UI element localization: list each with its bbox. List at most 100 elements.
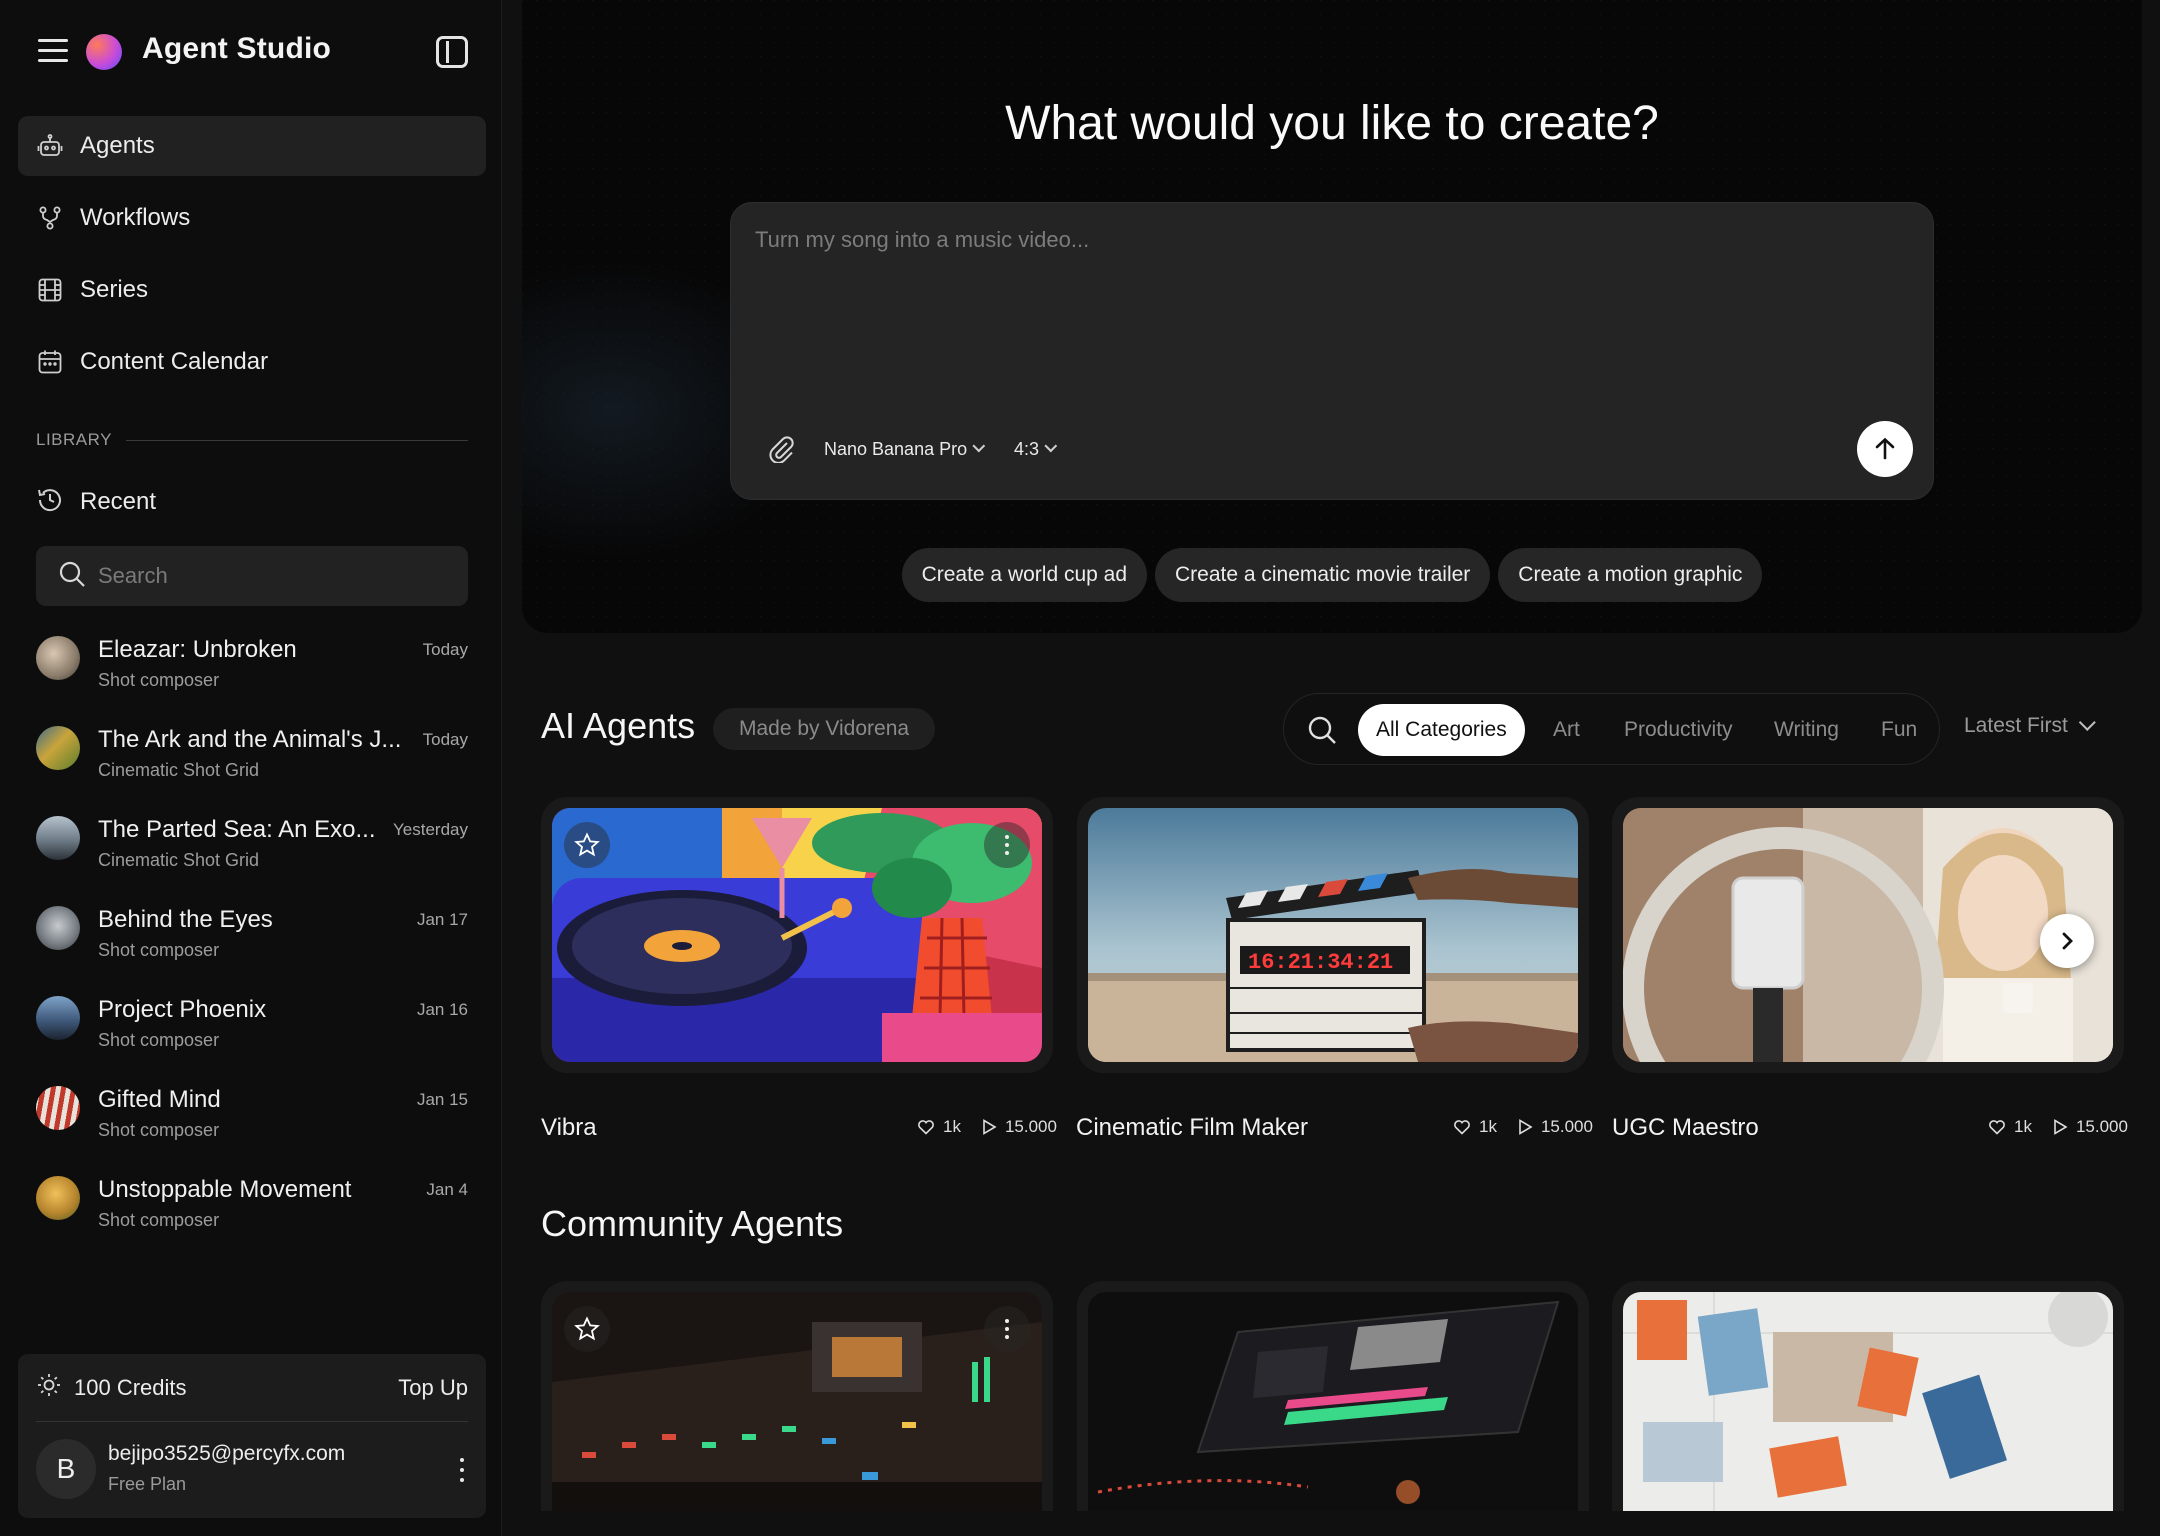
prompt-input[interactable]	[755, 227, 1895, 367]
recent-item[interactable]: Gifted Mind Shot composer Jan 15	[36, 1080, 468, 1170]
arrow-up-icon	[1875, 437, 1895, 460]
recent-date: Jan 16	[416, 1000, 468, 1019]
recent-subtitle: Cinematic Shot Grid	[98, 760, 260, 780]
recent-item[interactable]: The Parted Sea: An Exo... Cinematic Shot…	[36, 810, 468, 900]
user-email: bejipo3525@percyfx.com	[108, 1442, 346, 1465]
sidebar-toggle-icon[interactable]	[436, 36, 468, 68]
agent-name: Vibra	[541, 1114, 597, 1141]
suggestion-chip[interactable]: Create a motion graphic	[1498, 548, 1763, 602]
more-vertical-icon[interactable]	[984, 822, 1030, 868]
filter-art[interactable]: Art	[1553, 704, 1580, 756]
recent-title: Behind the Eyes	[98, 906, 273, 933]
plays-value: 15.000	[2075, 1117, 2128, 1136]
carousel-next-button[interactable]	[2040, 914, 2094, 968]
recent-date: Today	[422, 730, 468, 749]
agent-thumbnail: 16:21:34:21	[1088, 808, 1578, 1062]
recent-subtitle: Cinematic Shot Grid	[98, 850, 260, 870]
recent-item[interactable]: Unstoppable Movement Shot composer Jan 4	[36, 1170, 468, 1260]
likes-value: 1k	[943, 1117, 961, 1136]
agent-stats: 1k 15.000	[1433, 1117, 1593, 1137]
recent-thumbnail	[36, 906, 80, 950]
robot-icon	[36, 132, 64, 160]
library-divider	[125, 439, 468, 441]
likes-count: 1k	[1988, 1117, 2032, 1137]
recent-subtitle: Shot composer	[98, 1210, 220, 1230]
play-icon	[2054, 1119, 2068, 1135]
film-icon	[36, 276, 64, 304]
sort-dropdown[interactable]: Latest First	[1964, 713, 2096, 738]
recent-date: Jan 15	[416, 1090, 468, 1109]
filter-all-categories[interactable]: All Categories	[1358, 704, 1525, 756]
nav-item-content-calendar[interactable]: Content Calendar	[18, 332, 486, 392]
recent-label: Recent	[80, 488, 157, 515]
recent-title: Eleazar: Unbroken	[98, 636, 297, 663]
community-card[interactable]	[1612, 1281, 2124, 1511]
nav-item-workflows[interactable]: Workflows	[18, 188, 486, 248]
plays-count: 15.000	[2052, 1117, 2128, 1137]
paperclip-icon[interactable]	[767, 435, 795, 464]
recent-subtitle: Shot composer	[98, 940, 220, 960]
community-thumbnail	[552, 1292, 1042, 1511]
filter-writing[interactable]: Writing	[1774, 704, 1839, 756]
recent-item[interactable]: The Ark and the Animal's J... Cinematic …	[36, 720, 468, 810]
menu-icon[interactable]	[36, 36, 70, 66]
library-heading: LIBRARY	[36, 428, 468, 452]
recent-subtitle: Shot composer	[98, 1120, 220, 1140]
credits-row: 100 Credits Top Up	[36, 1354, 468, 1422]
recent-title: The Ark and the Animal's J...	[98, 726, 402, 753]
chevron-down-icon	[1044, 439, 1058, 453]
recent-date: Jan 4	[426, 1180, 468, 1199]
recent-thumbnail	[36, 636, 80, 680]
community-card[interactable]	[1077, 1281, 1589, 1511]
top-up-button[interactable]: Top Up	[398, 1375, 468, 1401]
more-vertical-icon[interactable]	[452, 1456, 472, 1484]
nav-label-workflows: Workflows	[80, 204, 191, 231]
nav-item-series[interactable]: Series	[18, 260, 486, 320]
star-icon[interactable]	[564, 822, 610, 868]
likes-count: 1k	[1453, 1117, 1497, 1137]
likes-count: 1k	[917, 1117, 961, 1137]
sidebar: Agent Studio Agents Workflows Series Con…	[0, 0, 502, 1536]
suggestion-chip[interactable]: Create a cinematic movie trailer	[1155, 548, 1491, 602]
clapperboard-photo: 16:21:34:21	[1088, 808, 1578, 1062]
workflow-icon	[36, 204, 64, 232]
suggestion-chip[interactable]: Create a world cup ad	[901, 548, 1148, 602]
star-icon[interactable]	[564, 1306, 610, 1352]
model-select[interactable]: Nano Banana Pro	[824, 439, 986, 460]
community-agents-title: Community Agents	[541, 1203, 844, 1244]
send-button[interactable]	[1857, 421, 1913, 477]
more-vertical-icon[interactable]	[984, 1306, 1030, 1352]
chevron-down-icon	[972, 439, 986, 453]
hero-panel: What would you like to create? Nano Bana…	[522, 0, 2142, 633]
library-search	[36, 546, 468, 606]
community-card[interactable]	[541, 1281, 1053, 1511]
user-avatar[interactable]: B	[36, 1439, 96, 1499]
nav-label-content-calendar: Content Calendar	[80, 348, 269, 375]
recent-title: The Parted Sea: An Exo...	[98, 816, 376, 843]
app-logo	[86, 34, 122, 70]
agent-card-cinematic-film-maker[interactable]: 16:21:34:21	[1077, 797, 1589, 1073]
recent-thumbnail	[36, 1176, 80, 1220]
recent-item[interactable]: Behind the Eyes Shot composer Jan 17	[36, 900, 468, 990]
search-input[interactable]	[98, 563, 438, 589]
recent-title: Gifted Mind	[98, 1086, 221, 1113]
filter-productivity[interactable]: Productivity	[1624, 704, 1733, 756]
filter-fun[interactable]: Fun	[1881, 704, 1917, 756]
aspect-ratio-value: 4:3	[1014, 439, 1040, 459]
search-icon[interactable]	[1306, 714, 1338, 746]
recent-thumbnail	[36, 1086, 80, 1130]
play-icon	[983, 1119, 997, 1135]
recent-item[interactable]: Eleazar: Unbroken Shot composer Today	[36, 630, 468, 720]
search-icon	[58, 560, 86, 593]
recent-item[interactable]: Project Phoenix Shot composer Jan 16	[36, 990, 468, 1080]
agent-card-vibra[interactable]	[541, 797, 1053, 1073]
nav-item-agents[interactable]: Agents	[18, 116, 486, 176]
video-editor-photo	[1088, 1292, 1578, 1511]
likes-value: 1k	[2014, 1117, 2032, 1136]
play-icon	[1519, 1119, 1533, 1135]
turntable-illustration	[552, 808, 1042, 1062]
chevron-right-icon	[2062, 932, 2073, 950]
recent-title: Project Phoenix	[98, 996, 267, 1023]
aspect-ratio-select[interactable]: 4:3	[1014, 439, 1058, 460]
recent-link[interactable]: Recent	[36, 484, 156, 520]
